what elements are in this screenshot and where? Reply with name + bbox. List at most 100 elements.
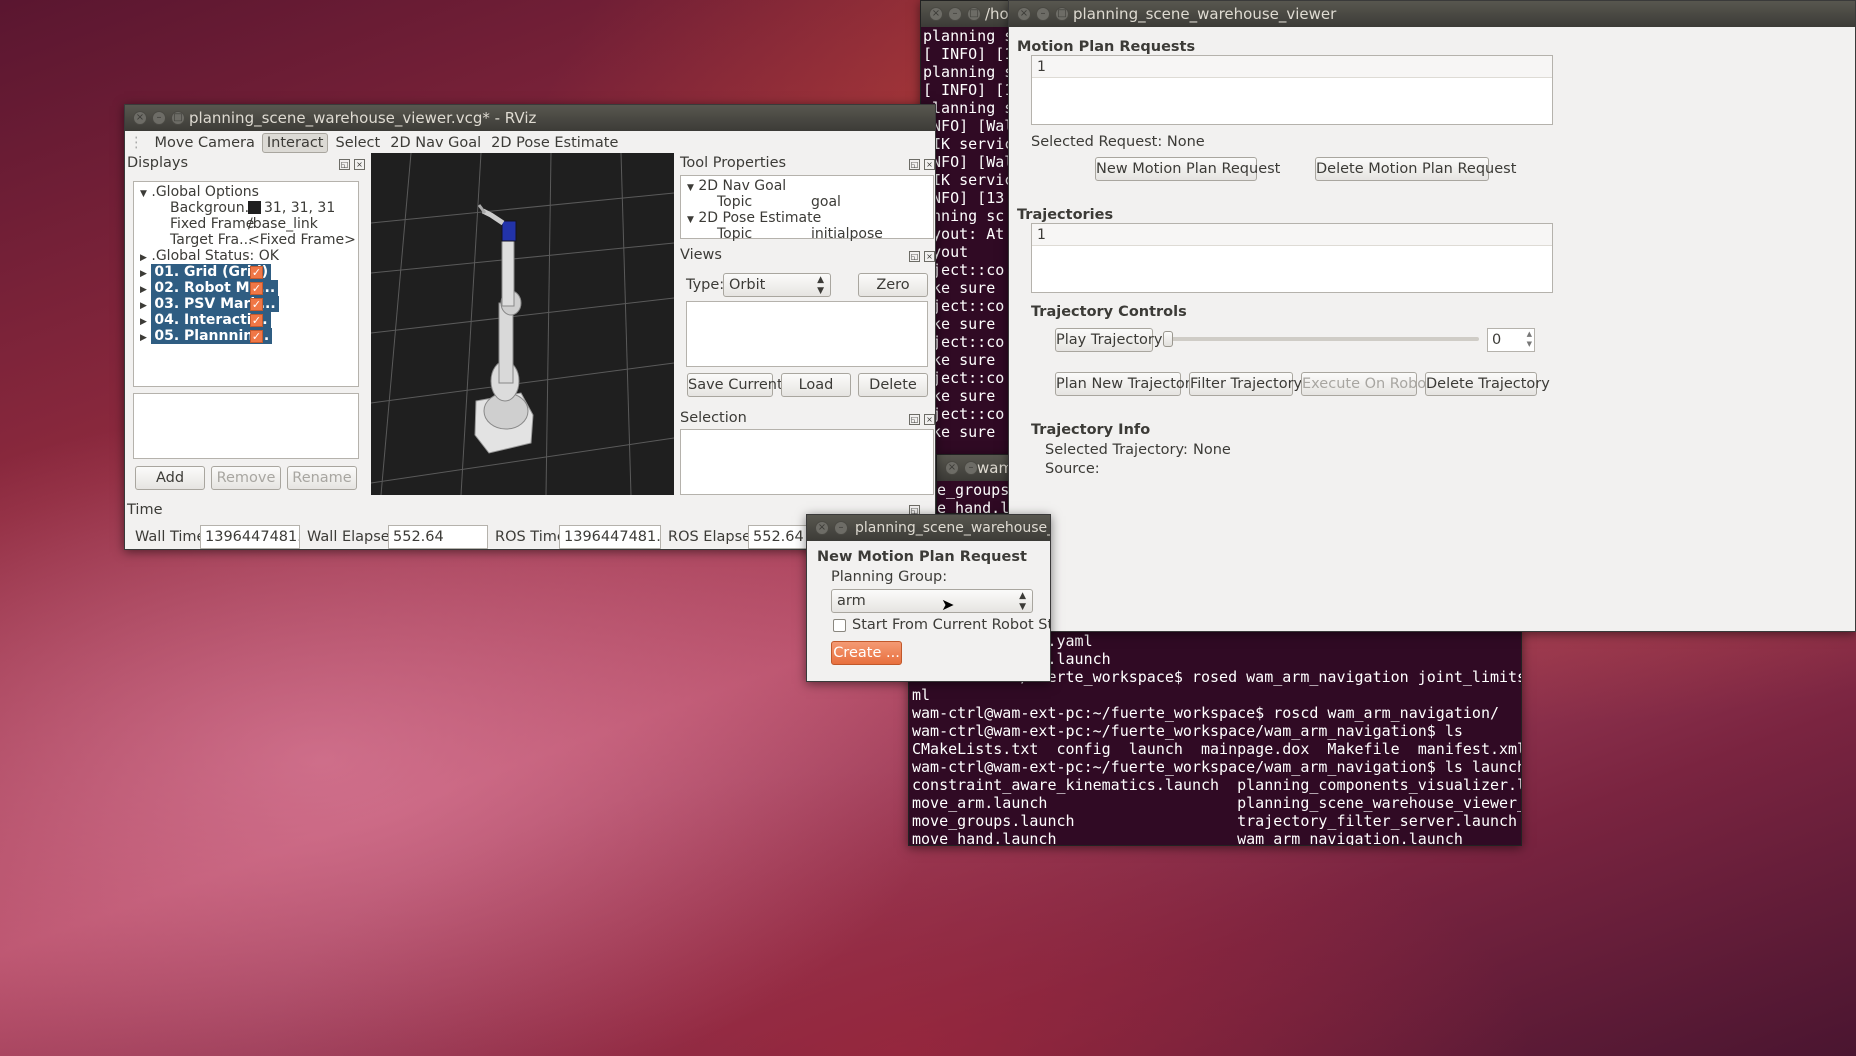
expand-arrow-icon[interactable]: ▼: [687, 183, 694, 193]
tool-interact[interactable]: Interact: [261, 133, 329, 153]
tree-nav-goal-topic[interactable]: goal: [811, 194, 841, 210]
warehouse-viewer-window: × – □ planning_scene_warehouse_viewer Moti…: [1008, 0, 1856, 632]
rviz-title: planning_scene_warehouse_viewer.vcg* - R…: [189, 109, 537, 127]
expand-arrow-icon[interactable]: ▶: [140, 269, 147, 279]
trajectory-list[interactable]: 1: [1031, 223, 1553, 293]
save-current-button[interactable]: Save Current: [687, 373, 783, 397]
color-swatch: [248, 201, 261, 214]
tool-2d-nav-goal[interactable]: 2D Nav Goal: [385, 133, 486, 153]
expand-arrow-icon[interactable]: ▶: [140, 317, 147, 327]
terminal-line: wam-ctrl@wam-ext-pc:~/fuerte_workspace/w…: [912, 758, 1522, 776]
close-panel-icon[interactable]: ×: [354, 159, 365, 170]
tree-background-value[interactable]: 31, 31, 31: [248, 200, 335, 216]
execute-on-robot-button[interactable]: Execute On Robot: [1301, 372, 1432, 396]
view-type-select[interactable]: Orbit ▲ ▼: [723, 273, 831, 297]
rviz-titlebar[interactable]: × – □ planning_scene_warehouse_viewer.vcg*…: [125, 105, 935, 131]
rename-display-button[interactable]: Rename: [287, 466, 357, 490]
tree-global-status[interactable]: ▶ .Global Status: OK: [140, 248, 279, 264]
3d-viewport[interactable]: [371, 153, 674, 495]
slider-handle[interactable]: [1163, 331, 1173, 347]
zero-button[interactable]: Zero: [858, 273, 928, 297]
minimize-icon[interactable]: –: [948, 7, 962, 21]
display-enabled-checkbox[interactable]: ✓: [250, 282, 263, 295]
selected-trajectory-value: None: [1193, 442, 1231, 458]
undock-icon[interactable]: ◱: [909, 414, 920, 425]
dialog-heading: New Motion Plan Request: [817, 549, 1027, 565]
display-enabled-checkbox[interactable]: ✓: [250, 266, 263, 279]
plan-new-trajectory-button[interactable]: Plan New Trajectory: [1055, 372, 1199, 396]
display-enabled-checkbox[interactable]: ✓: [250, 298, 263, 311]
create-button[interactable]: Create ...: [831, 641, 902, 665]
display-enabled-checkbox[interactable]: ✓: [250, 314, 263, 327]
play-trajectory-button[interactable]: Play Trajectory: [1055, 328, 1162, 352]
list-item[interactable]: 1: [1032, 224, 1552, 246]
delete-motion-plan-request-button[interactable]: Delete Motion Plan Request: [1315, 157, 1516, 181]
expand-arrow-icon[interactable]: ▶: [140, 285, 147, 295]
maximize-icon[interactable]: □: [1055, 7, 1069, 21]
expand-arrow-icon[interactable]: ▶: [140, 333, 147, 343]
tool-select[interactable]: Select: [330, 133, 385, 153]
selected-request-label: Selected Request: None: [1031, 134, 1205, 150]
minimize-icon[interactable]: –: [152, 111, 166, 125]
warehouse-viewer-titlebar[interactable]: × – □ planning_scene_warehouse_viewer: [1009, 1, 1855, 27]
expand-arrow-icon[interactable]: ▼: [687, 215, 694, 225]
close-panel-icon[interactable]: ×: [924, 414, 935, 425]
trajectories-heading: Trajectories: [1017, 207, 1114, 223]
minimize-icon[interactable]: –: [1036, 7, 1050, 21]
spinbox-arrows-icon[interactable]: ▲ ▼: [1527, 329, 1532, 349]
tree-nav-goal[interactable]: ▼ 2D Nav Goal: [687, 178, 786, 194]
tool-move-camera[interactable]: Move Camera: [150, 133, 260, 153]
close-panel-icon[interactable]: ×: [924, 159, 935, 170]
tree-fixed-frame-value[interactable]: /base_link: [248, 216, 318, 232]
dialog-titlebar[interactable]: × – planning_scene_warehouse_: [807, 515, 1050, 541]
undock-icon[interactable]: ◱: [909, 251, 920, 262]
display-properties-box[interactable]: [133, 393, 359, 459]
delete-trajectory-button[interactable]: Delete Trajectory: [1425, 372, 1550, 396]
list-item[interactable]: 1: [1032, 56, 1552, 78]
planning-group-select[interactable]: arm ▲ ▼: [831, 589, 1033, 613]
time-panel-title: Time: [127, 502, 163, 518]
maximize-icon[interactable]: □: [967, 7, 981, 21]
selection-panel[interactable]: [680, 429, 934, 495]
trajectory-slider[interactable]: [1163, 331, 1479, 347]
close-icon[interactable]: ×: [945, 461, 959, 475]
minimize-icon[interactable]: –: [834, 521, 848, 535]
start-from-current-checkbox[interactable]: [833, 619, 846, 632]
close-panel-icon[interactable]: ×: [924, 251, 935, 262]
ros-time-field[interactable]: 1396447481.27: [559, 525, 661, 549]
filter-trajectory-button[interactable]: Filter Trajectory: [1189, 372, 1302, 396]
views-title: Views: [680, 247, 722, 263]
new-request-dialog: × – planning_scene_warehouse_ New Motion …: [806, 514, 1051, 682]
close-icon[interactable]: ×: [133, 111, 147, 125]
wall-elapsed-field[interactable]: 552.64: [388, 525, 488, 549]
robot-arm: [474, 204, 534, 454]
remove-display-button[interactable]: Remove: [211, 466, 281, 490]
tree-global-options[interactable]: ▼ .Global Options: [140, 184, 259, 200]
expand-arrow-icon[interactable]: ▶: [140, 301, 147, 311]
close-icon[interactable]: ×: [1017, 7, 1031, 21]
tree-pose-estimate[interactable]: ▼ 2D Pose Estimate: [687, 210, 821, 226]
close-icon[interactable]: ×: [815, 521, 829, 535]
close-icon[interactable]: ×: [929, 7, 943, 21]
tree-pose-estimate-topic[interactable]: initialpose: [811, 226, 883, 242]
displays-tree[interactable]: ▼ .Global Options Backgroun... 31, 31, 3…: [133, 181, 359, 387]
wall-time-field[interactable]: 1396447481.27: [200, 525, 300, 549]
display-enabled-checkbox[interactable]: ✓: [250, 330, 263, 343]
tree-target-frame-value[interactable]: <Fixed Frame>: [248, 232, 356, 248]
minimize-icon[interactable]: –: [964, 461, 978, 475]
saved-views-list[interactable]: [686, 301, 928, 367]
load-button[interactable]: Load: [781, 373, 851, 397]
view-type-label: Type:: [686, 277, 725, 293]
expand-arrow-icon[interactable]: ▶: [140, 253, 147, 263]
maximize-icon[interactable]: □: [171, 111, 185, 125]
motion-plan-request-list[interactable]: 1: [1031, 55, 1553, 125]
undock-icon[interactable]: ◱: [339, 159, 350, 170]
new-motion-plan-request-button[interactable]: New Motion Plan Request: [1095, 157, 1280, 181]
tool-2d-pose-estimate[interactable]: 2D Pose Estimate: [486, 133, 623, 153]
add-display-button[interactable]: Add: [135, 466, 205, 490]
trajectory-spinbox[interactable]: 0 ▲ ▼: [1487, 328, 1535, 352]
tool-properties-tree[interactable]: ▼ 2D Nav Goal Topic goal ▼ 2D Pose Estim…: [680, 175, 934, 242]
expand-arrow-icon[interactable]: ▼: [140, 189, 147, 199]
delete-view-button[interactable]: Delete: [858, 373, 928, 397]
undock-icon[interactable]: ◱: [909, 159, 920, 170]
